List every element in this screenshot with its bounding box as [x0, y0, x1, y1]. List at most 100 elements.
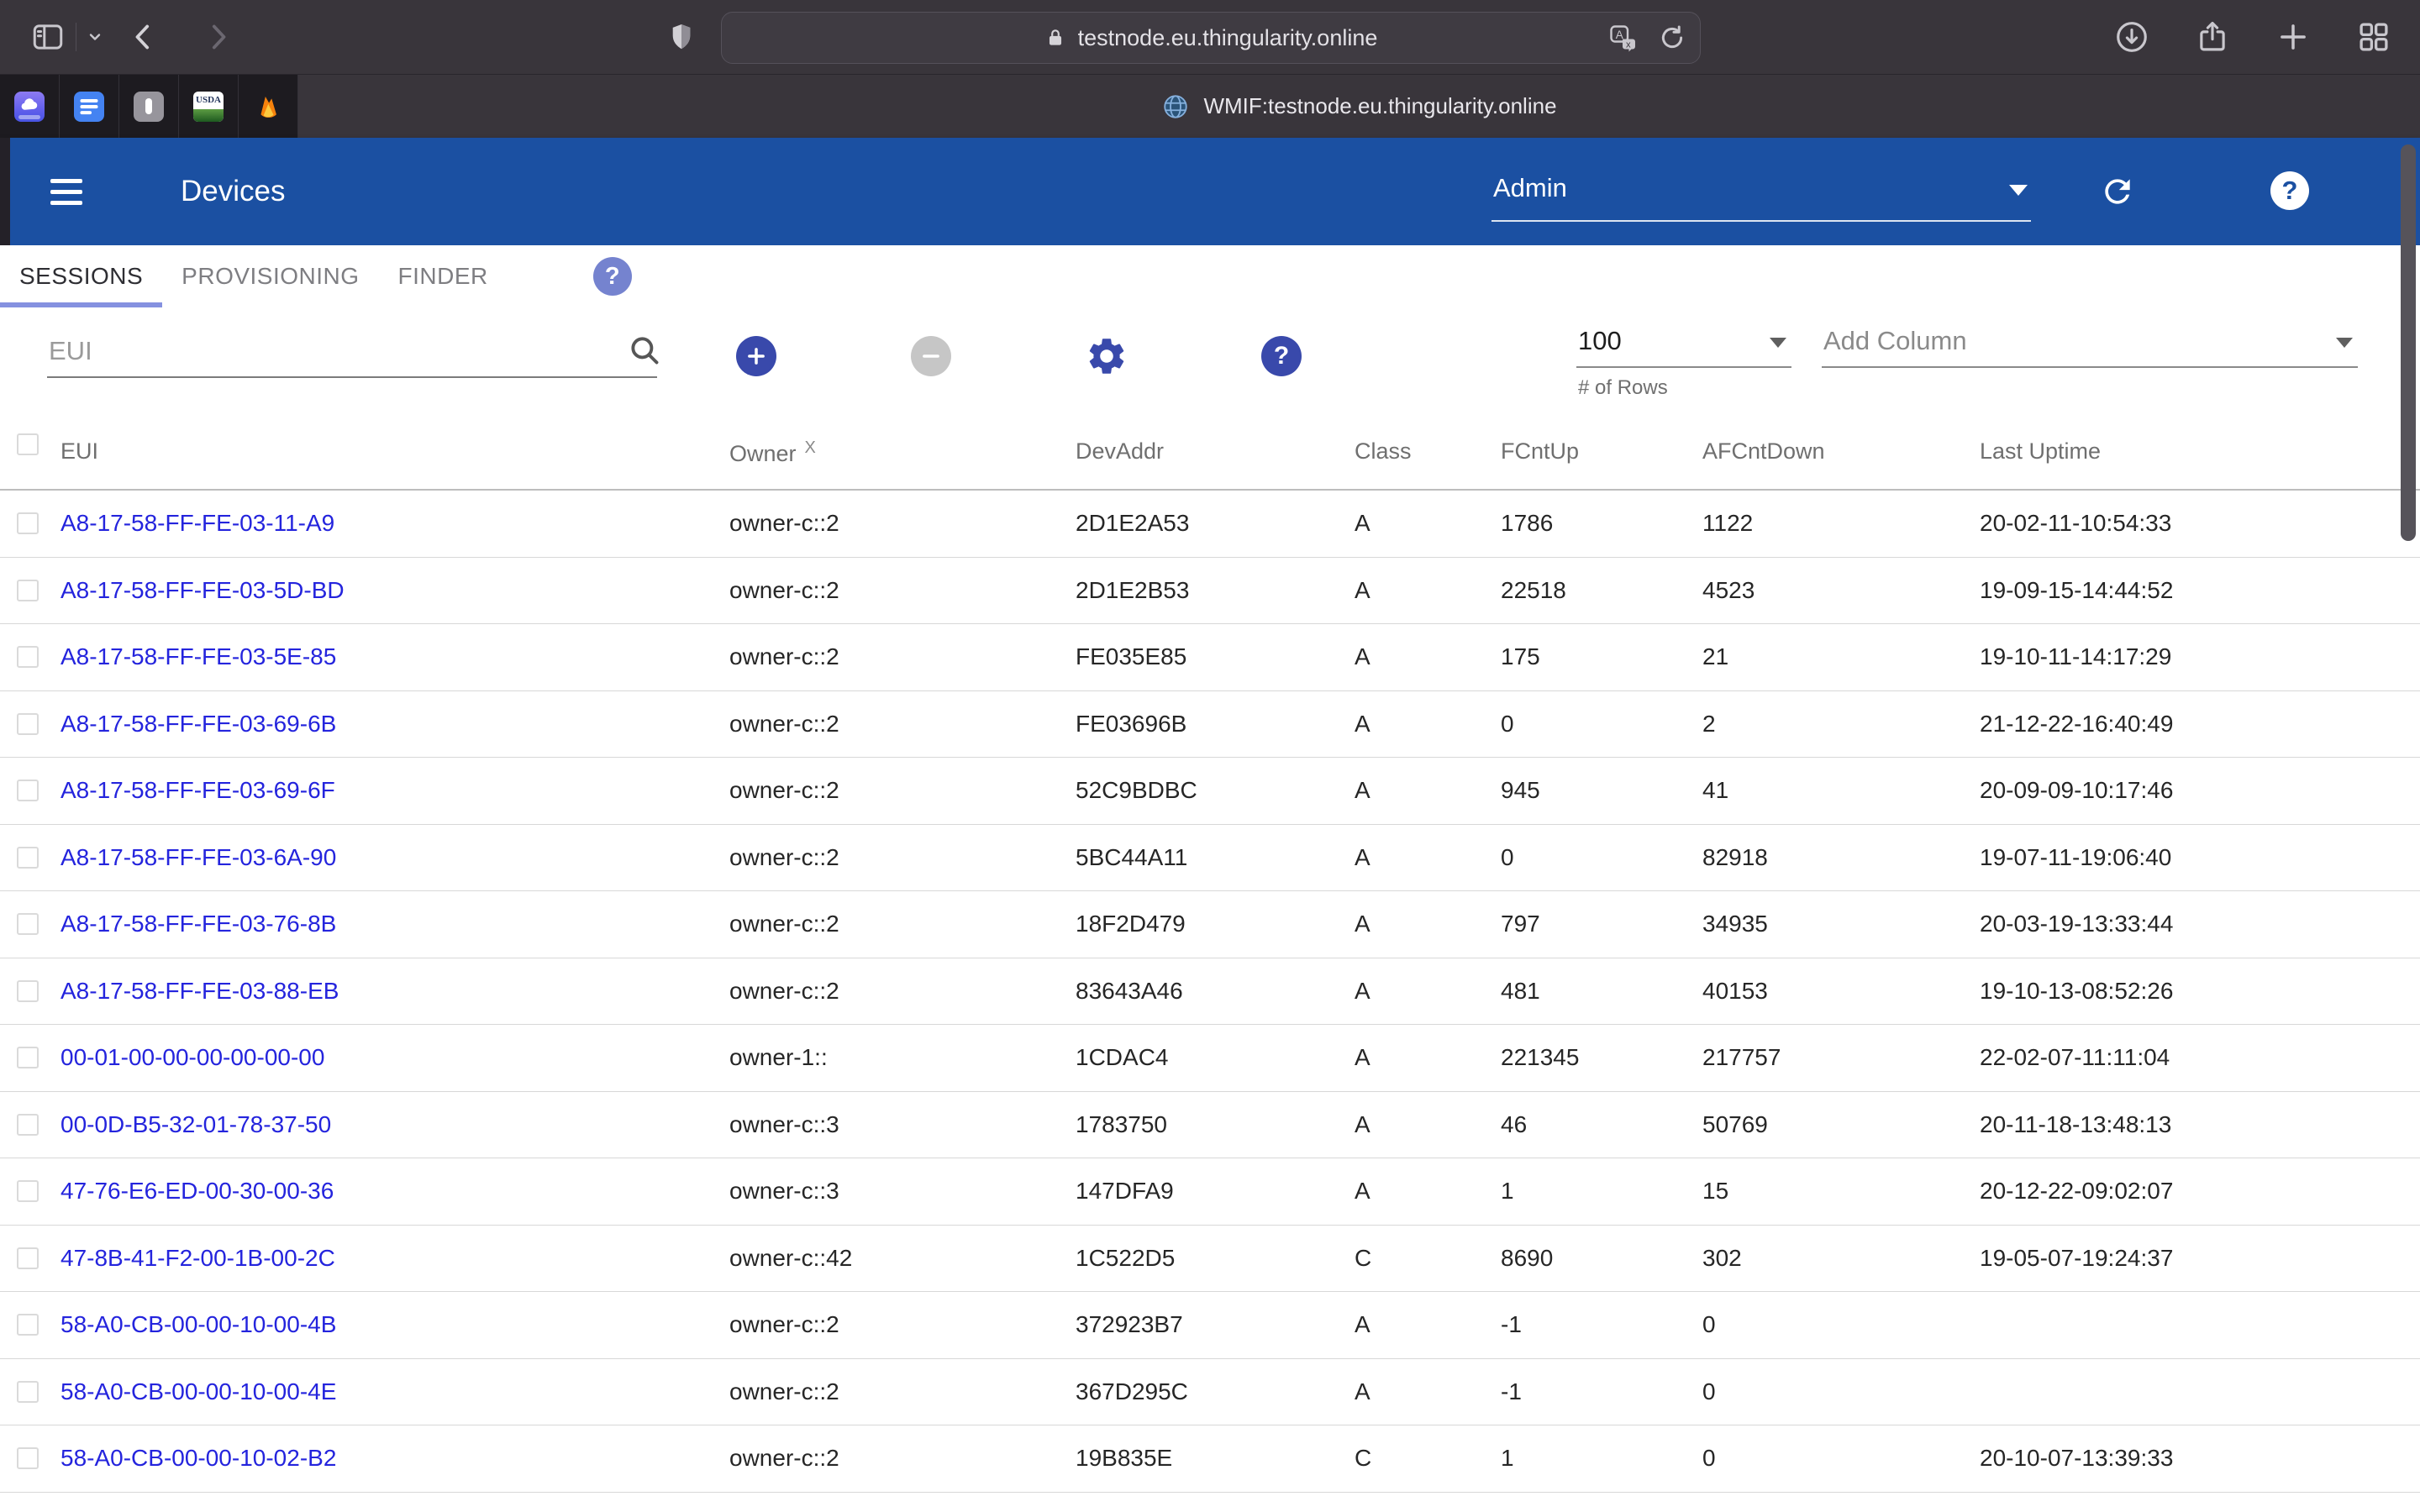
svg-text:x: x: [1626, 39, 1631, 50]
active-tab[interactable]: WMIF:testnode.eu.thingularity.online: [298, 75, 2420, 138]
fcntup-cell: 1: [1501, 1178, 1514, 1205]
fcntup-cell: 46: [1501, 1111, 1527, 1138]
eui-link[interactable]: 58-A0-CB-00-00-10-02-B2: [60, 1445, 336, 1472]
row-checkbox[interactable]: [17, 713, 39, 735]
settings-gear-icon[interactable]: [1085, 334, 1128, 378]
pinned-tab-usda[interactable]: USDA: [179, 75, 239, 138]
column-header-afcntdown[interactable]: AFCntDown: [1702, 438, 1825, 465]
tabs-help-button[interactable]: ?: [593, 257, 632, 296]
devaddr-cell: 52C9BDBC: [1076, 777, 1197, 804]
fcntup-cell: 0: [1501, 844, 1514, 871]
last-uptime-cell: 19-05-07-19:24:37: [1980, 1245, 2173, 1272]
reload-icon[interactable]: [1658, 24, 1686, 52]
row-checkbox[interactable]: [17, 1447, 39, 1469]
row-checkbox[interactable]: [17, 780, 39, 801]
tab-finder[interactable]: FINDER: [379, 245, 508, 307]
row-checkbox[interactable]: [17, 512, 39, 534]
translate-icon[interactable]: A x: [1607, 23, 1638, 53]
owner-remove-badge[interactable]: X: [805, 438, 816, 457]
page-scrollbar[interactable]: [2401, 144, 2416, 541]
pinned-tab-cloud[interactable]: [0, 75, 60, 138]
row-checkbox[interactable]: [17, 646, 39, 668]
fcntup-cell: 945: [1501, 777, 1540, 804]
owner-cell: owner-c::2: [729, 711, 839, 738]
eui-link[interactable]: 58-A0-CB-00-00-10-00-4E: [60, 1378, 336, 1405]
eui-link[interactable]: A8-17-58-FF-FE-03-11-A9: [60, 510, 334, 537]
fcntup-cell: 1786: [1501, 510, 1553, 537]
afcntdown-cell: 34935: [1702, 911, 1768, 937]
owner-cell: owner-c::2: [729, 510, 839, 537]
owner-cell: owner-1::: [729, 1044, 828, 1071]
device-table-body: A8-17-58-FF-FE-03-11-A9 owner-c::2 2D1E2…: [0, 491, 2420, 1512]
column-header-fcntup[interactable]: FCntUp: [1501, 438, 1579, 465]
row-checkbox[interactable]: [17, 980, 39, 1002]
tab-overview-icon[interactable]: [2356, 19, 2391, 55]
tab-provisioning[interactable]: PROVISIONING: [162, 245, 378, 307]
add-device-button[interactable]: [736, 336, 776, 376]
row-checkbox[interactable]: [17, 580, 39, 601]
pinned-tab-info[interactable]: [119, 75, 179, 138]
pinned-tab-docs[interactable]: [60, 75, 119, 138]
share-icon[interactable]: [2195, 19, 2230, 55]
column-header-last-uptime[interactable]: Last Uptime: [1980, 438, 2101, 465]
afcntdown-cell: 302: [1702, 1245, 1742, 1272]
eui-link[interactable]: 00-0D-B5-32-01-78-37-50: [60, 1111, 331, 1138]
search-icon[interactable]: [627, 333, 662, 368]
address-bar[interactable]: testnode.eu.thingularity.online A x: [721, 12, 1701, 64]
eui-link[interactable]: 00-01-00-00-00-00-00-00: [60, 1044, 324, 1071]
last-uptime-cell: 20-10-07-13:39:33: [1980, 1445, 2173, 1472]
browser-toolbar: testnode.eu.thingularity.online A x: [0, 0, 2420, 75]
row-checkbox[interactable]: [17, 1314, 39, 1336]
table-row: A8-17-58-FF-FE-03-76-8B owner-c::2 18F2D…: [0, 891, 2420, 958]
downloads-icon[interactable]: [2114, 19, 2149, 55]
row-checkbox[interactable]: [17, 1180, 39, 1202]
row-checkbox[interactable]: [17, 1114, 39, 1136]
eui-link[interactable]: 47-76-E6-ED-00-30-00-36: [60, 1178, 334, 1205]
eui-link[interactable]: A8-17-58-FF-FE-03-69-6F: [60, 777, 335, 804]
sidebar-toggle-icon[interactable]: [30, 19, 66, 55]
remove-device-button[interactable]: [911, 336, 951, 376]
sidebar-chevron-down-icon[interactable]: [85, 27, 105, 47]
column-header-owner[interactable]: OwnerX: [729, 438, 816, 467]
eui-link[interactable]: 47-8B-41-F2-00-1B-00-2C: [60, 1245, 335, 1272]
select-all-checkbox[interactable]: [17, 433, 39, 455]
menu-hamburger-icon[interactable]: [50, 179, 82, 205]
column-header-devaddr[interactable]: DevAddr: [1076, 438, 1164, 465]
column-header-class[interactable]: Class: [1355, 438, 1412, 465]
last-uptime-cell: 19-07-11-19:06:40: [1980, 844, 2171, 871]
owner-cell: owner-c::2: [729, 844, 839, 871]
rows-per-page-select[interactable]: 100: [1576, 319, 1791, 368]
class-cell: A: [1355, 978, 1370, 1005]
eui-link[interactable]: A8-17-58-FF-FE-03-88-EB: [60, 978, 339, 1005]
eui-link[interactable]: A8-17-58-FF-FE-03-5E-85: [60, 643, 336, 670]
eui-link[interactable]: A8-17-58-FF-FE-03-5D-BD: [60, 577, 345, 604]
add-column-select[interactable]: Add Column: [1822, 319, 2358, 368]
eui-link[interactable]: A8-17-58-FF-FE-03-76-8B: [60, 911, 336, 937]
row-checkbox[interactable]: [17, 1247, 39, 1269]
account-select[interactable]: Admin: [1491, 165, 2031, 222]
header-help-button[interactable]: ?: [2270, 171, 2309, 210]
eui-search-input[interactable]: EUI: [47, 323, 657, 378]
row-checkbox[interactable]: [17, 913, 39, 935]
table-row: A8-17-58-FF-FE-03-11-A9 owner-c::2 2D1E2…: [0, 491, 2420, 558]
privacy-shield-icon[interactable]: [666, 20, 697, 54]
new-tab-icon[interactable]: [2275, 19, 2311, 55]
row-checkbox[interactable]: [17, 1047, 39, 1068]
row-checkbox[interactable]: [17, 1381, 39, 1403]
row-checkbox[interactable]: [17, 847, 39, 869]
tab-sessions[interactable]: SESSIONS: [0, 245, 162, 307]
back-button-icon[interactable]: [127, 20, 160, 54]
eui-link[interactable]: A8-17-58-FF-FE-03-69-6B: [60, 711, 336, 738]
filter-help-button[interactable]: ?: [1261, 336, 1302, 376]
refresh-button[interactable]: [2099, 173, 2136, 210]
eui-link[interactable]: 58-A0-CB-00-00-10-00-4B: [60, 1311, 336, 1338]
owner-cell: owner-c::42: [729, 1245, 852, 1272]
firebase-flame-icon: [253, 92, 283, 122]
afcntdown-cell: 217757: [1702, 1044, 1781, 1071]
forward-button-icon[interactable]: [201, 20, 234, 54]
pinned-tab-firebase[interactable]: [239, 75, 298, 138]
column-header-eui[interactable]: EUI: [60, 438, 98, 465]
last-uptime-cell: 21-12-22-16:40:49: [1980, 711, 2173, 738]
eui-link[interactable]: A8-17-58-FF-FE-03-6A-90: [60, 844, 336, 871]
devaddr-cell: 1C522D5: [1076, 1245, 1175, 1272]
